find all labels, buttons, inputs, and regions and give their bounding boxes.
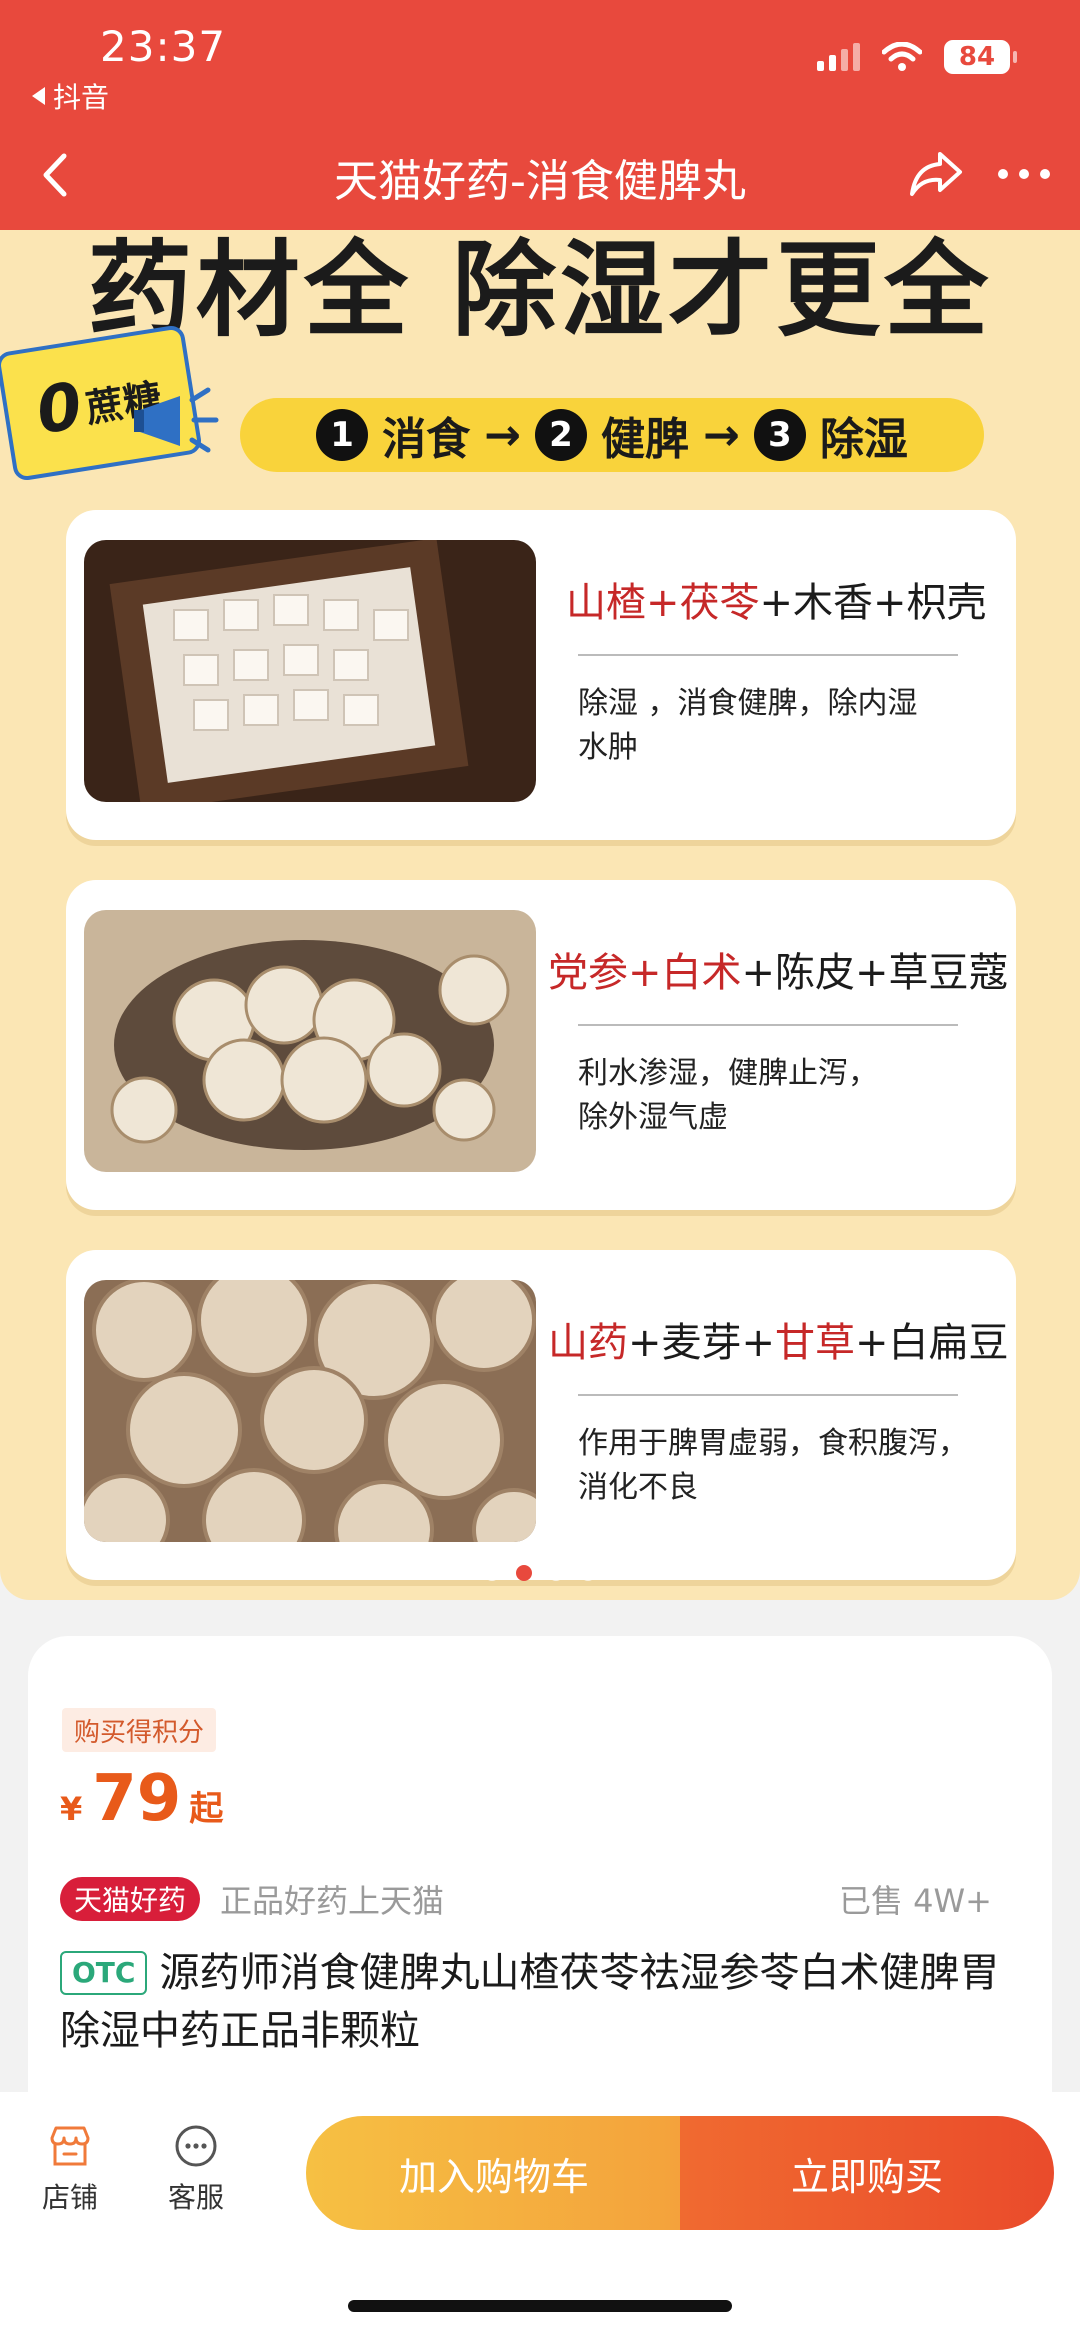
carousel-dot <box>580 1565 596 1581</box>
product-title[interactable]: OTC 源药师消食健脾丸山楂茯苓祛湿参苓白术健脾胃除湿中药正品非颗粒 <box>60 1944 1016 2060</box>
price-value: 79 <box>92 1762 182 1836</box>
currency-symbol: ¥ <box>60 1790 83 1828</box>
buy-now-button[interactable]: 立即购买 <box>680 2116 1054 2230</box>
chinese-yam-slices-image <box>84 1280 536 1542</box>
ingredient-card: 山楂+茯苓+木香+枳壳 除湿 ，消食健脾，除内湿 水肿 <box>66 510 1016 840</box>
herb-effect: 除湿 ，消食健脾，除内湿 水肿 <box>578 686 918 765</box>
back-to-app[interactable]: 抖音 <box>32 76 109 116</box>
brand-row: 天猫好药 正品好药上天猫 已售 4W+ <box>60 1874 992 1924</box>
product-page: 23:37 抖音 84 天猫好药-消食健脾丸 药材全 除湿才更全 0 蔗糖 1 … <box>0 0 1080 2337</box>
divider <box>578 1024 958 1026</box>
product-image-carousel[interactable]: 药材全 除湿才更全 0 蔗糖 1 消食 → 2 健脾 → 3 除湿 山楂+茯苓+… <box>0 230 1080 1600</box>
shop-button[interactable]: 店铺 <box>20 2122 120 2216</box>
herb-names: 党参+白术+陈皮+草豆蔻 <box>548 950 1009 996</box>
sold-count: 已售 4W+ <box>839 1882 992 1920</box>
megaphone-icon <box>134 387 219 453</box>
zero-text: 0 <box>31 369 88 450</box>
poria-cubes-image <box>84 540 536 802</box>
more-icon[interactable] <box>998 158 1056 190</box>
home-indicator[interactable] <box>348 2300 732 2312</box>
carousel-indicator <box>0 1565 1080 1581</box>
step-1-number: 1 <box>316 409 369 461</box>
shop-label: 店铺 <box>41 2181 98 2214</box>
ingredient-card: 党参+白术+陈皮+草豆蔻 利水渗湿，健脾止泻， 除外湿气虚 <box>66 880 1016 1210</box>
product-info-card: 购买得积分 ¥ 79 起 天猫好药 正品好药上天猫 已售 4W+ OTC 源药师消… <box>28 1636 1052 2156</box>
herb-names: 山楂+茯苓+木香+枳壳 <box>566 580 987 626</box>
carousel-dot-active <box>516 1565 532 1581</box>
divider <box>578 654 958 656</box>
price-suffix: 起 <box>189 1789 224 1829</box>
divider <box>578 1394 958 1396</box>
back-triangle-icon <box>32 87 45 105</box>
chat-icon <box>175 2125 217 2167</box>
brand-slogan: 正品好药上天猫 <box>220 1882 445 1920</box>
card-text: 山药+麦芽+甘草+白扁豆 作用于脾胃虚弱，食积腹泻， 消化不良 <box>548 1310 1009 1510</box>
step-3-number: 3 <box>753 409 806 461</box>
ingredient-card: 山药+麦芽+甘草+白扁豆 作用于脾胃虚弱，食积腹泻， 消化不良 <box>66 1250 1016 1580</box>
share-icon[interactable] <box>908 148 964 200</box>
carousel-dot <box>484 1565 500 1581</box>
herb-effect: 作用于脾胃虚弱，食积腹泻， 消化不良 <box>578 1426 968 1505</box>
card-text: 山楂+茯苓+木香+枳壳 除湿 ，消食健脾，除内湿 水肿 <box>566 570 987 770</box>
codonopsis-slices-image <box>84 910 536 1172</box>
arrow-icon: → <box>484 409 521 461</box>
shop-icon <box>50 2126 90 2166</box>
card-text: 党参+白术+陈皮+草豆蔻 利水渗湿，健脾止泻， 除外湿气虚 <box>548 940 1009 1140</box>
cellular-signal-icon <box>817 43 860 71</box>
status-time: 23:37 <box>100 22 227 71</box>
arrow-icon: → <box>703 409 740 461</box>
step-2-number: 2 <box>535 409 587 461</box>
points-tag: 购买得积分 <box>62 1708 217 1752</box>
product-title-text: 源药师消食健脾丸山楂茯苓祛湿参苓白术健脾胃除湿中药正品非颗粒 <box>60 1950 1000 2054</box>
battery-icon: 84 <box>944 40 1017 74</box>
herb-names: 山药+麦芽+甘草+白扁豆 <box>548 1320 1009 1366</box>
customer-service-button[interactable]: 客服 <box>146 2122 246 2216</box>
steps-bar: 1 消食 → 2 健脾 → 3 除湿 <box>240 398 984 472</box>
price: ¥ 79 起 <box>60 1762 223 1836</box>
herb-effect: 利水渗湿，健脾止泻， 除外湿气虚 <box>578 1056 878 1135</box>
step-3-label: 除湿 <box>819 414 908 465</box>
step-2-label: 健脾 <box>601 414 689 465</box>
wifi-icon <box>882 42 922 71</box>
add-to-cart-button[interactable]: 加入购物车 <box>306 2116 682 2230</box>
header: 23:37 抖音 84 天猫好药-消食健脾丸 <box>0 0 1080 230</box>
step-1-label: 消食 <box>382 414 471 465</box>
status-icons: 84 <box>817 40 1017 74</box>
otc-badge: OTC <box>60 1951 148 1995</box>
tmall-pharmacy-tag: 天猫好药 <box>60 1877 201 1921</box>
back-app-label: 抖音 <box>53 81 110 114</box>
carousel-dot <box>548 1565 564 1581</box>
service-label: 客服 <box>167 2181 224 2214</box>
